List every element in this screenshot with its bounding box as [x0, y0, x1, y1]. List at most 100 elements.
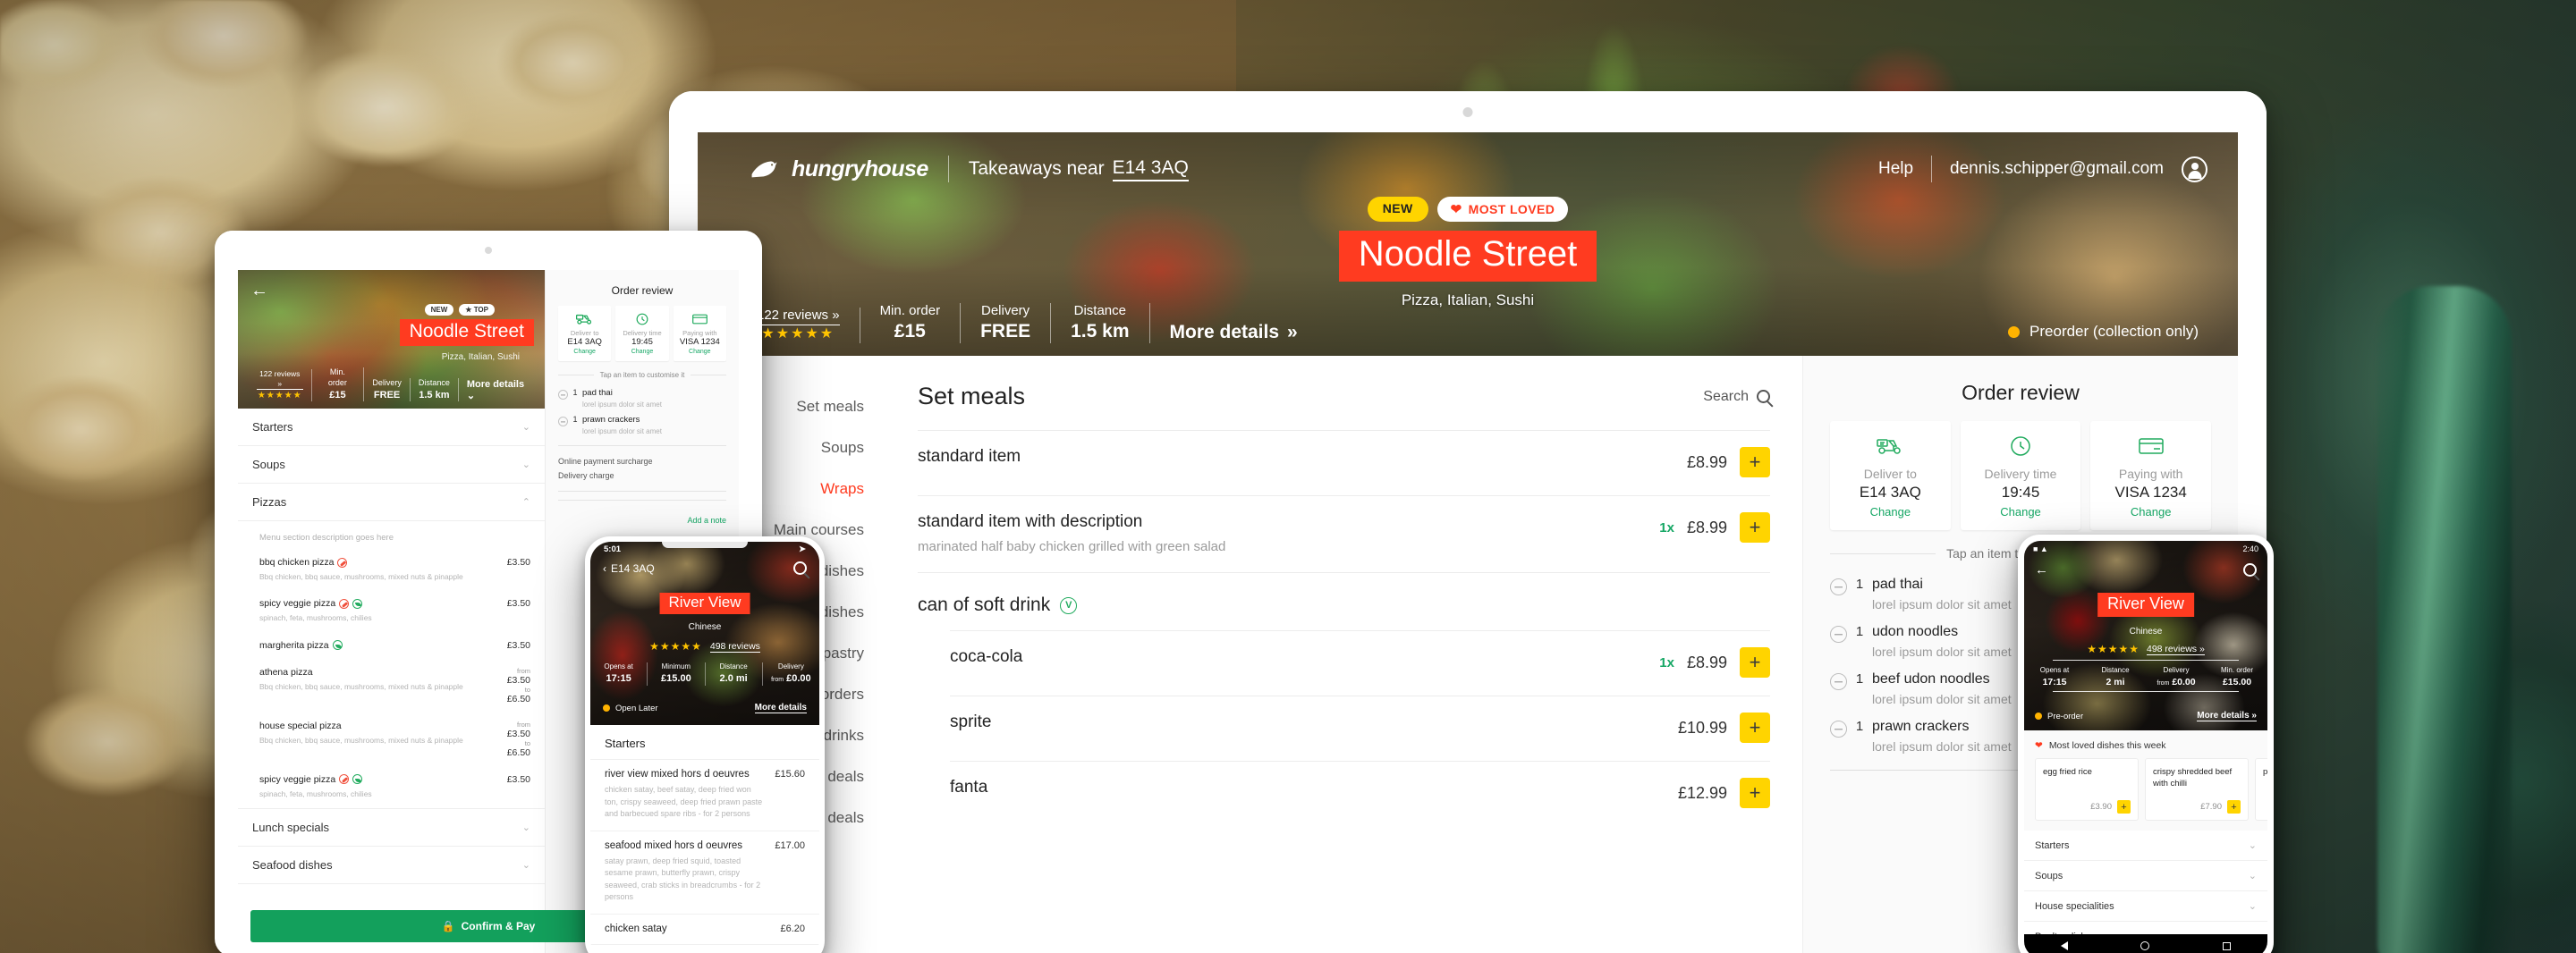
reviews-link[interactable]: 498 reviews	[709, 641, 760, 653]
menu-item-row[interactable]: chicken satay £6.20	[590, 915, 819, 945]
change-link[interactable]: Change	[560, 349, 609, 355]
loved-dish-card[interactable]: crispy shredded beef with chilli £7.90 +	[2145, 758, 2249, 821]
remove-item-icon[interactable]	[558, 417, 568, 426]
order-card-deliver-to[interactable]: Deliver to E14 3AQ Change	[558, 306, 612, 361]
remove-item-icon[interactable]	[558, 390, 568, 400]
add-note-link[interactable]: Add a note	[558, 509, 726, 532]
add-item-button[interactable]: +	[2227, 800, 2241, 814]
section-starters[interactable]: Starters ⌄	[2024, 831, 2267, 861]
menu-item-description: chicken satay, beef satay, deep fried wo…	[605, 785, 763, 818]
add-item-button[interactable]: +	[1740, 713, 1770, 743]
more-details-button[interactable]: More details ⌄	[459, 379, 534, 401]
account-avatar-icon[interactable]	[2182, 156, 2207, 182]
reviews-cell[interactable]: 122 reviews » ★★★★★	[737, 308, 860, 343]
section-label: House specialities	[2035, 900, 2114, 912]
reviews-link[interactable]: 122 reviews »	[757, 308, 840, 325]
menu-row[interactable]: standard item with description marinated…	[918, 495, 1770, 572]
section-soups[interactable]: Soups ⌄	[2024, 861, 2267, 891]
menu-item-price: £8.99	[1686, 452, 1727, 471]
section-lunch-specials[interactable]: Lunch specials ⌄	[238, 807, 545, 847]
menu-item-row[interactable]: seafood mixed hors d oeuvres satay prawn…	[590, 831, 819, 915]
order-card-deliver-to[interactable]: Deliver to E14 3AQ Change	[1830, 421, 1951, 530]
menu-search[interactable]: Search	[1703, 389, 1770, 405]
stat-opens-at: Opens at 17:15	[2024, 666, 2085, 688]
search-icon[interactable]	[1757, 390, 1770, 403]
search-icon[interactable]	[793, 561, 807, 575]
menu-item-row[interactable]: spicy veggie pizza spinach, feta, mushro…	[238, 591, 545, 632]
ios-stats-row: Opens at 17:15 Minimum £15.00 Distance 2…	[590, 662, 819, 686]
remove-item-icon[interactable]	[1830, 626, 1847, 643]
order-card-delivery-time[interactable]: Delivery time 19:45 Change	[615, 306, 669, 361]
menu-item-row[interactable]: bbq chicken pizza Bbq chicken, bbq sauce…	[238, 550, 545, 591]
add-item-button[interactable]: +	[1740, 647, 1770, 678]
more-details-button[interactable]: More details »	[1150, 322, 1298, 343]
stat-amount: £0.00	[2172, 676, 2196, 687]
change-link[interactable]: Change	[2094, 505, 2207, 519]
menu-row[interactable]: fanta £12.99 +	[950, 761, 1770, 826]
spicy-icon	[339, 598, 350, 609]
header-divider	[947, 156, 949, 182]
add-item-button[interactable]: +	[1740, 512, 1770, 543]
section-soups[interactable]: Soups ⌄	[238, 446, 545, 484]
distance-value: 1.5 km	[419, 389, 450, 401]
loved-dish-card[interactable]: egg fried rice £3.90 +	[2035, 758, 2139, 821]
chevron-down-icon: »	[1287, 322, 1298, 342]
add-item-button[interactable]: +	[1740, 778, 1770, 808]
fee-row-online-payment: Online payment surcharge	[558, 457, 653, 466]
menu-item-row[interactable]: athena pizza Bbq chicken, bbq sauce, mus…	[238, 660, 545, 713]
menu-item-row[interactable]: house special pizza Bbq chicken, bbq sau…	[238, 713, 545, 767]
recents-square-icon[interactable]	[2223, 941, 2232, 950]
menu-item-row[interactable]: spicy veggie pizza spinach, feta, mushro…	[238, 767, 545, 808]
order-item-row[interactable]: 1 prawn crackers lorel ipsum dolor sit a…	[558, 410, 726, 437]
ios-phone-screen: 5:01 ➤ ‹ E14 3AQ River View Chinese ★★★★…	[590, 542, 819, 953]
account-email[interactable]: dennis.schipper@gmail.com	[1950, 159, 2164, 179]
menu-item-name: spicy veggie pizza	[259, 773, 336, 785]
change-link[interactable]: Change	[617, 349, 666, 355]
menu-row[interactable]: sprite £10.99 +	[950, 696, 1770, 761]
chevron-down-icon: ⌄	[2248, 840, 2257, 851]
menu-item-row[interactable]: margherita pizza £3.50	[238, 633, 545, 660]
menu-item-description: marinated half baby chicken grilled with…	[918, 539, 1226, 554]
back-arrow-icon[interactable]: ←	[2035, 562, 2048, 578]
more-details-link[interactable]: More details	[754, 703, 807, 713]
menu-item-name: spicy veggie pizza	[259, 598, 336, 610]
order-card-delivery-time[interactable]: Delivery time 19:45 Change	[1960, 421, 2081, 530]
loved-dish-card[interactable]: p	[2255, 758, 2267, 821]
menu-item-row[interactable]: river view mixed hors d oeuvres chicken …	[590, 760, 819, 831]
reviews-link[interactable]: 122 reviews »	[257, 369, 303, 390]
home-circle-icon[interactable]	[2140, 941, 2150, 950]
menu-item-description: satay prawn, deep fried squid, toasted s…	[605, 856, 761, 902]
header-postcode-link[interactable]: E14 3AQ	[1112, 157, 1189, 181]
menu-item-price: £17.00	[775, 839, 805, 851]
add-item-button[interactable]: +	[2117, 800, 2131, 814]
reviews-link[interactable]: 498 reviews »	[2147, 644, 2205, 655]
remove-item-icon[interactable]	[1830, 673, 1847, 690]
brand-logo-group[interactable]: hungryhouse	[750, 156, 928, 182]
reviews-cell[interactable]: 122 reviews » ★★★★★	[249, 368, 312, 401]
ios-postcode-back[interactable]: ‹ E14 3AQ	[603, 562, 655, 575]
change-link[interactable]: Change	[1834, 505, 1947, 519]
help-link[interactable]: Help	[1878, 159, 1913, 179]
section-pizzas[interactable]: Pizzas ⌃	[238, 484, 545, 521]
section-seafood-dishes[interactable]: Seafood dishes ⌄	[238, 847, 545, 884]
divider	[558, 445, 726, 446]
order-card-payment[interactable]: Paying with VISA 1234 Change	[2090, 421, 2212, 530]
menu-row[interactable]: coca-cola 1x £8.99 +	[950, 630, 1770, 696]
add-item-button[interactable]: +	[1740, 447, 1770, 477]
remove-item-icon[interactable]	[1830, 721, 1847, 738]
tablet-bezel-top	[669, 91, 2267, 132]
status-dot-icon	[603, 704, 610, 712]
change-link[interactable]: Change	[1964, 505, 2078, 519]
more-details-link[interactable]: More details »	[2197, 711, 2257, 721]
order-item-row[interactable]: 1 pad thai lorel ipsum dolor sit amet	[558, 384, 726, 410]
section-starters[interactable]: Starters ⌄	[238, 409, 545, 446]
min-order-value: £15	[894, 320, 926, 342]
remove-item-icon[interactable]	[1830, 578, 1847, 595]
section-house-specialities[interactable]: House specialities ⌄	[2024, 891, 2267, 922]
menu-item-row[interactable]: beef satay £6.20	[590, 945, 819, 953]
back-arrow-icon[interactable]: ←	[250, 281, 268, 301]
order-item-name: pad thai	[582, 388, 613, 398]
back-triangle-icon[interactable]	[2060, 941, 2068, 950]
search-icon[interactable]	[2243, 563, 2257, 577]
menu-row[interactable]: standard item £8.99 +	[918, 430, 1770, 495]
